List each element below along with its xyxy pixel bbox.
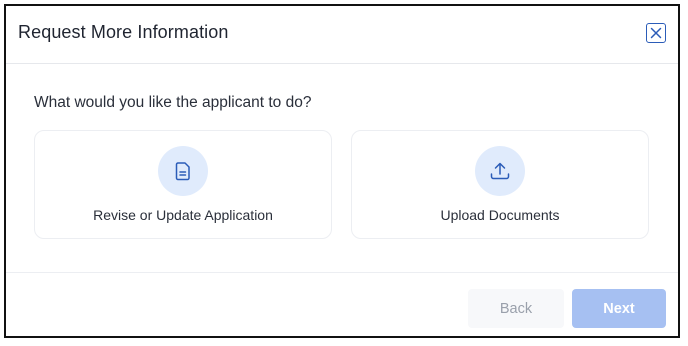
- close-button[interactable]: [646, 23, 666, 43]
- dialog-title: Request More Information: [18, 22, 229, 42]
- close-x-icon: [650, 27, 662, 39]
- option-label: Upload Documents: [440, 207, 560, 223]
- option-card-revise[interactable]: Revise or Update Application: [34, 130, 332, 239]
- back-button[interactable]: Back: [468, 289, 564, 328]
- next-button[interactable]: Next: [572, 289, 666, 328]
- option-label: Revise or Update Application: [93, 207, 273, 223]
- footer-divider: [6, 272, 678, 273]
- request-info-dialog: Request More Information What would you …: [4, 4, 680, 338]
- option-icon-circle: [158, 146, 208, 196]
- dialog-header: Request More Information: [6, 6, 678, 64]
- document-icon: [175, 162, 190, 181]
- option-icon-circle: [475, 146, 525, 196]
- upload-icon: [490, 162, 510, 180]
- prompt-text: What would you like the applicant to do?: [34, 94, 312, 111]
- option-card-upload[interactable]: Upload Documents: [351, 130, 649, 239]
